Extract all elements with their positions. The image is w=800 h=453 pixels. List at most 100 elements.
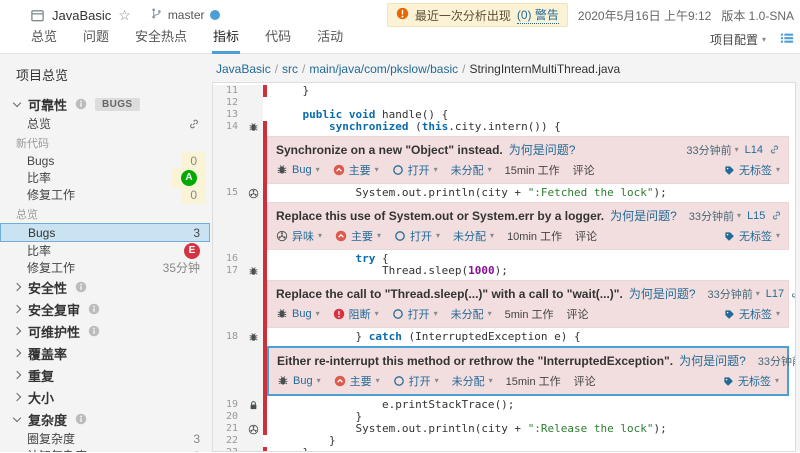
line-number[interactable]: 12 xyxy=(213,97,243,109)
breadcrumb-link-src[interactable]: src xyxy=(282,62,298,76)
info-icon[interactable] xyxy=(88,303,100,315)
sidebar-item-bugs-selected[interactable]: Bugs 3 xyxy=(0,223,210,242)
smell-icon[interactable] xyxy=(243,187,263,199)
line-number[interactable]: 19 xyxy=(213,399,243,411)
section-security-review[interactable]: 安全复审 xyxy=(0,298,210,320)
issue-type-dropdown[interactable]: 异味 ▾ xyxy=(276,228,322,244)
section-security[interactable]: 安全性 xyxy=(0,276,210,298)
issue-status-dropdown[interactable]: 打开 ▾ xyxy=(392,306,438,322)
bug-icon[interactable] xyxy=(243,265,263,277)
breadcrumb-link-project[interactable]: JavaBasic xyxy=(216,62,271,76)
issue-line-link[interactable]: L15 xyxy=(747,210,765,222)
issue-severity-dropdown[interactable]: 主要 ▾ xyxy=(333,162,379,178)
sidebar-item-new-effort[interactable]: 修复工作 0 xyxy=(0,185,210,204)
issue-assignee-dropdown[interactable]: 未分配 ▾ xyxy=(451,306,492,322)
branch-selector[interactable]: master xyxy=(150,7,220,23)
issue-status-dropdown[interactable]: 打开 ▾ xyxy=(394,228,440,244)
permalink-icon[interactable] xyxy=(769,144,780,155)
section-duplications[interactable]: 重复 xyxy=(0,364,210,386)
issue-assignee-dropdown[interactable]: 未分配 ▾ xyxy=(451,162,492,178)
line-number[interactable]: 13 xyxy=(213,109,243,121)
section-complexity[interactable]: 复杂度 xyxy=(0,408,210,430)
warning-count-link[interactable]: (0) 警告 xyxy=(516,6,559,24)
issue-tags-dropdown[interactable]: 无标签 ▾ xyxy=(723,373,779,389)
sidebar-item-cyclomatic[interactable]: 圈复杂度 3 xyxy=(0,430,210,447)
sidebar-item-effort[interactable]: 修复工作 35分钟 xyxy=(0,259,210,276)
line-number[interactable]: 21 xyxy=(213,423,243,435)
bug-icon[interactable] xyxy=(243,331,263,343)
tab-activity[interactable]: 活动 xyxy=(316,23,344,54)
line-number[interactable]: 22 xyxy=(213,435,243,447)
line-number[interactable]: 11 xyxy=(213,85,243,97)
tab-overview[interactable]: 总览 xyxy=(30,23,58,54)
section-reliability[interactable]: 可靠性 BUGS xyxy=(0,93,210,115)
info-icon[interactable] xyxy=(75,98,87,110)
issue-severity-dropdown[interactable]: 主要 ▾ xyxy=(335,228,381,244)
issue-age-dropdown[interactable]: 33分钟前 ▾ xyxy=(689,208,741,224)
issue-box[interactable]: Replace the call to "Thread.sleep(...)" … xyxy=(267,280,795,328)
issue-effort: 15min 工作 xyxy=(504,165,560,177)
issue-why-link[interactable]: 为何是问题? xyxy=(509,141,576,158)
issue-age-dropdown[interactable]: 33分钟前 ▾ xyxy=(758,353,795,369)
issue-why-link[interactable]: 为何是问题? xyxy=(679,352,746,369)
smell-icon[interactable] xyxy=(243,423,263,435)
issue-comment-link[interactable]: 评论 xyxy=(567,306,589,322)
sidebar-item-cognitive[interactable]: 认知复杂度 1 xyxy=(0,447,210,453)
issue-status-dropdown[interactable]: 打开 ▾ xyxy=(392,162,438,178)
issue-severity-dropdown[interactable]: 主要 ▾ xyxy=(334,373,380,389)
line-number[interactable]: 20 xyxy=(213,411,243,423)
line-number[interactable]: 15 xyxy=(213,187,243,199)
line-number[interactable]: 14 xyxy=(213,121,243,133)
issue-box[interactable]: Replace this use of System.out or System… xyxy=(267,202,789,250)
sidebar-item-rating[interactable]: 比率 E xyxy=(0,242,210,259)
section-maintainability[interactable]: 可维护性 xyxy=(0,320,210,342)
issue-type-dropdown[interactable]: Bug ▾ xyxy=(276,164,320,176)
issue-comment-link[interactable]: 评论 xyxy=(575,228,597,244)
project-settings-dropdown[interactable]: 项目配置 ▾ xyxy=(710,31,766,48)
issue-tags-dropdown[interactable]: 无标签 ▾ xyxy=(724,162,780,178)
sidebar-item-reliability-overview[interactable]: 总览 xyxy=(0,115,210,132)
bug-icon[interactable] xyxy=(243,121,263,133)
issue-why-link[interactable]: 为何是问题? xyxy=(629,285,696,302)
favorite-star-icon[interactable]: ☆ xyxy=(118,8,131,22)
issue-box[interactable]: Synchronize on a new "Object" instead. 为… xyxy=(267,136,789,184)
issue-assignee-dropdown[interactable]: 未分配 ▾ xyxy=(452,373,493,389)
line-number[interactable]: 23 xyxy=(213,447,243,451)
issue-line-link[interactable]: L17 xyxy=(766,288,784,300)
sidebar-item-new-bugs[interactable]: Bugs 0 xyxy=(0,151,210,170)
tab-security-hotspots[interactable]: 安全热点 xyxy=(134,23,188,54)
issue-comment-link[interactable]: 评论 xyxy=(574,373,596,389)
info-icon[interactable] xyxy=(75,413,87,425)
issue-comment-link[interactable]: 评论 xyxy=(573,162,595,178)
issue-type-dropdown[interactable]: Bug ▾ xyxy=(276,308,320,320)
project-name[interactable]: JavaBasic xyxy=(52,8,111,23)
section-size[interactable]: 大小 xyxy=(0,386,210,408)
permalink-icon[interactable] xyxy=(790,288,795,299)
tab-measures[interactable]: 指标 xyxy=(212,23,241,54)
sidebar-item-project-overview[interactable]: 项目总览 xyxy=(0,58,210,93)
lock-icon[interactable] xyxy=(243,399,263,411)
info-icon[interactable] xyxy=(75,281,87,293)
section-coverage[interactable]: 覆盖率 xyxy=(0,342,210,364)
issue-status-dropdown[interactable]: 打开 ▾ xyxy=(393,373,439,389)
issue-severity-dropdown[interactable]: 阻断 ▾ xyxy=(333,306,379,322)
list-view-icon[interactable] xyxy=(780,31,794,48)
issue-age-dropdown[interactable]: 33分钟前 ▾ xyxy=(686,142,738,158)
issue-tags-dropdown[interactable]: 无标签 ▾ xyxy=(724,228,780,244)
issue-assignee-dropdown[interactable]: 未分配 ▾ xyxy=(453,228,494,244)
issue-box[interactable]: Either re-interrupt this method or rethr… xyxy=(267,346,795,396)
line-number[interactable]: 18 xyxy=(213,331,243,343)
issue-why-link[interactable]: 为何是问题? xyxy=(610,207,677,224)
issue-line-link[interactable]: L14 xyxy=(745,144,763,156)
issue-type-dropdown[interactable]: Bug ▾ xyxy=(277,375,321,387)
breadcrumb-link-package[interactable]: main/java/com/pkslow/basic xyxy=(309,62,458,76)
line-number[interactable]: 17 xyxy=(213,265,243,277)
line-number[interactable]: 16 xyxy=(213,253,243,265)
tab-issues[interactable]: 问题 xyxy=(82,23,110,54)
issue-tags-dropdown[interactable]: 无标签 ▾ xyxy=(724,306,780,322)
sidebar-item-new-rating[interactable]: 比率 A xyxy=(0,167,210,188)
permalink-icon[interactable] xyxy=(771,210,782,221)
tab-code[interactable]: 代码 xyxy=(264,23,292,54)
issue-age-dropdown[interactable]: 33分钟前 ▾ xyxy=(708,286,760,302)
info-icon[interactable] xyxy=(88,325,100,337)
